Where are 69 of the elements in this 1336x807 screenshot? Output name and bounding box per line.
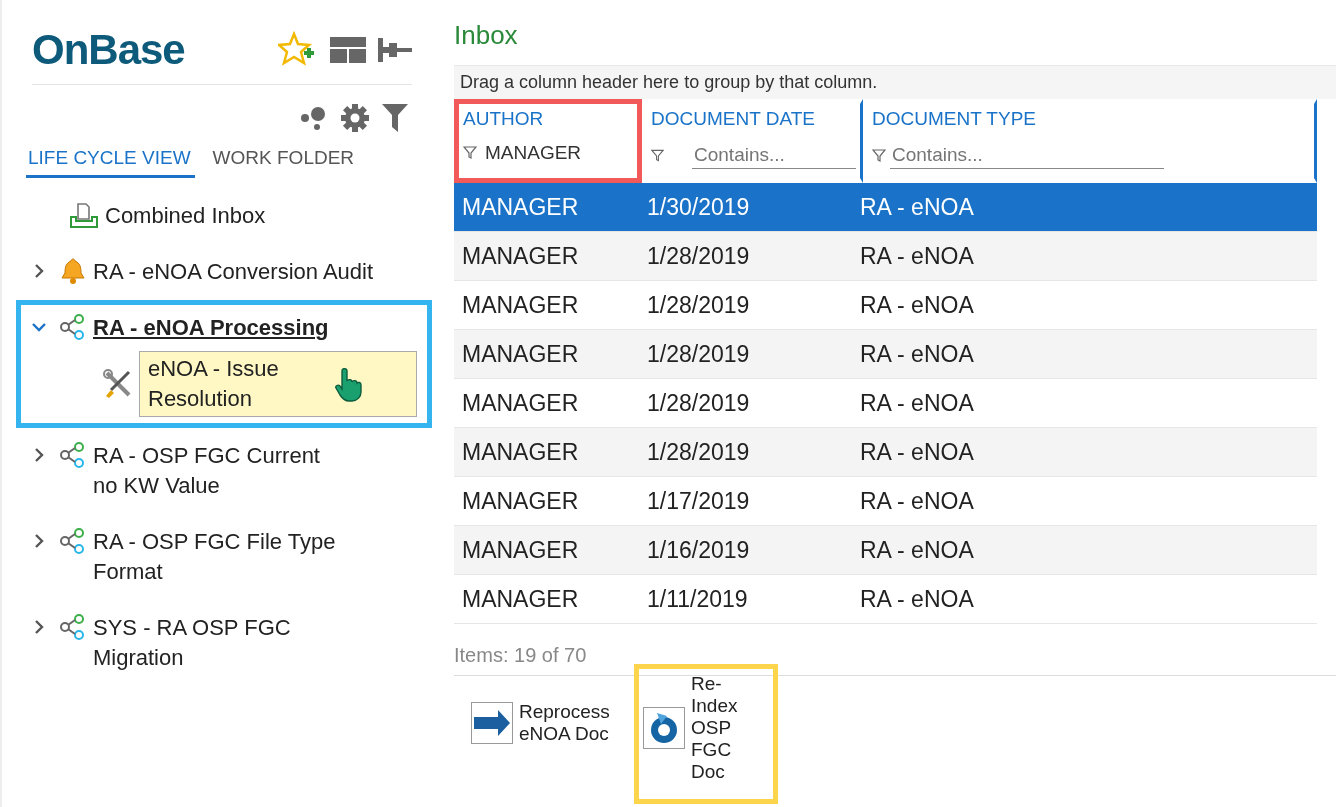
action-button[interactable]: Reprocess eNOA Doc [471, 701, 619, 745]
inbox-title: Inbox [454, 20, 519, 51]
filter-icon[interactable] [651, 148, 664, 163]
table-row[interactable]: MANAGER 1/28/2019 RA - eNOA [454, 428, 1317, 477]
table-cell-text: RA - eNOA [859, 389, 974, 417]
column-header[interactable]: DOCUMENT DATE [651, 108, 856, 130]
table-cell-text: 1/28/2019 [646, 438, 751, 466]
table-cell-text: 1/30/2019 [646, 193, 751, 221]
filter-icon[interactable] [463, 146, 477, 160]
table-cell-text: RA - eNOA [859, 487, 974, 515]
table-cell-text: 1/17/2019 [646, 487, 751, 515]
table-cell-text: RA - eNOA [859, 585, 974, 613]
table-cell-text: 1/16/2019 [646, 536, 751, 564]
table-cell-text: 1/28/2019 [646, 340, 751, 368]
settings-icon[interactable] [340, 103, 370, 133]
table-cell-text: MANAGER [461, 340, 580, 368]
filter-value[interactable]: MANAGER [485, 142, 582, 164]
table-cell-text: MANAGER [461, 536, 580, 564]
lifecycle-icon [59, 613, 87, 641]
table-cell-text: MANAGER [461, 242, 580, 270]
queue-item[interactable]: eNOA - Issue Resolution [139, 351, 417, 417]
table-cell-text: RA - eNOA [859, 291, 974, 319]
table-cell-text: 1/11/2019 [646, 585, 749, 613]
table-cell-text: MANAGER [461, 193, 580, 221]
table-cell-text: MANAGER [461, 291, 580, 319]
bell-icon [59, 257, 87, 285]
tree-item[interactable]: RA - OSP FGC File Type Format [93, 527, 343, 587]
table-cell-text: RA - eNOA [859, 193, 974, 221]
table-cell-text: RA - eNOA [859, 536, 974, 564]
column-header[interactable]: AUTHOR [463, 108, 633, 130]
table-cell-text: 1/28/2019 [646, 242, 751, 270]
pin-icon[interactable] [378, 38, 412, 62]
item-count: Items: 19 of 70 [454, 630, 1336, 676]
tree-item[interactable]: RA - eNOA Conversion Audit [93, 257, 374, 287]
table-row[interactable]: MANAGER 1/11/2019 RA - eNOA [454, 575, 1317, 624]
tree-item[interactable]: SYS - RA OSP FGC Migration [93, 613, 343, 673]
tree-item[interactable]: RA - eNOA Processing [93, 313, 329, 343]
table-cell-text: RA - eNOA [859, 340, 974, 368]
tree-item[interactable]: RA - OSP FGC Current no KW Value [93, 441, 343, 501]
table-cell-text: RA - eNOA [859, 438, 974, 466]
table-cell-text: MANAGER [461, 389, 580, 417]
arrow-right-icon [471, 702, 513, 744]
column-header[interactable]: DOCUMENT TYPE [872, 108, 1310, 130]
refresh-icon [643, 707, 685, 749]
tree-item[interactable]: Combined Inbox [105, 201, 266, 231]
table-cell-text: 1/28/2019 [646, 291, 751, 319]
table-row[interactable]: MANAGER 1/16/2019 RA - eNOA [454, 526, 1317, 575]
action-button[interactable]: Re-Index OSP FGC Doc [643, 673, 767, 783]
table-row[interactable]: MANAGER 1/28/2019 RA - eNOA [454, 330, 1317, 379]
lifecycle-icon [59, 527, 87, 555]
table-cell-text: 1/28/2019 [646, 389, 751, 417]
hand-cursor-icon [334, 366, 364, 402]
table-cell-text: MANAGER [461, 585, 580, 613]
table-cell-text: MANAGER [461, 487, 580, 515]
layout-icon[interactable] [330, 37, 366, 63]
lifecycle-icon [59, 313, 87, 341]
table-row[interactable]: MANAGER 1/28/2019 RA - eNOA [454, 232, 1317, 281]
view-tab[interactable]: WORK FOLDER [210, 141, 359, 178]
table-row[interactable]: MANAGER 1/30/2019 RA - eNOA [454, 183, 1317, 232]
group-by-area: Drag a column header here to group by that column. [454, 65, 1336, 99]
lifecycle-icon [59, 441, 87, 469]
inbox-icon [69, 201, 99, 229]
bubbles-icon[interactable] [300, 104, 328, 132]
filter-icon[interactable] [382, 104, 408, 132]
table-cell-text: MANAGER [461, 438, 580, 466]
filter-icon[interactable] [872, 148, 886, 163]
onbase-logo: OnBase [32, 26, 185, 74]
table-cell-text: RA - eNOA [859, 242, 974, 270]
view-tab[interactable]: LIFE CYCLE VIEW [26, 141, 195, 178]
